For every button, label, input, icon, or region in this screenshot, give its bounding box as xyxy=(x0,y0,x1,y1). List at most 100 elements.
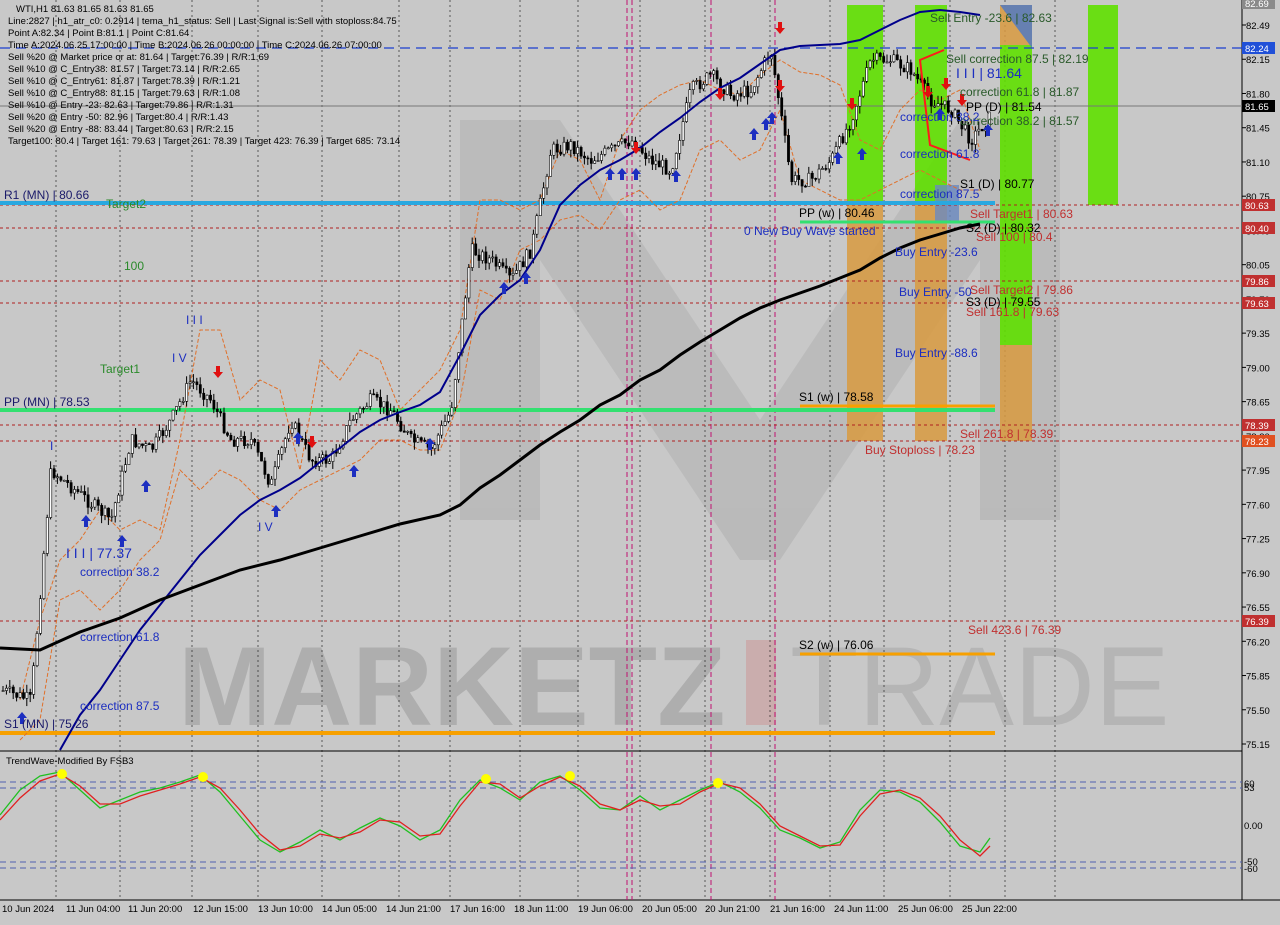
pp-mn-label: PP (MN) | 78.53 xyxy=(4,395,90,409)
candle-body xyxy=(627,142,631,147)
candle-body xyxy=(841,136,845,144)
candle-body xyxy=(855,105,858,121)
price-badge-label: 80.40 xyxy=(1245,224,1269,235)
candle-body xyxy=(311,459,314,462)
time-label: 19 Jun 06:00 xyxy=(578,904,633,915)
candle-body xyxy=(749,92,753,98)
price-tick: 76.55 xyxy=(1246,603,1270,614)
candle-body xyxy=(130,434,134,454)
header-line: Time A:2024.06.25 17:00:00 | Time B:2024… xyxy=(8,40,382,51)
candle-body xyxy=(141,443,144,446)
candle-body xyxy=(542,187,546,199)
time-axis: 10 Jun 2024 11 Jun 04:00 11 Jun 20:00 12 Ju… xyxy=(2,904,1017,915)
candle-body xyxy=(664,159,668,175)
candle-body xyxy=(419,437,423,441)
candle-body xyxy=(372,393,376,396)
sell-entry-236-label: Sell Entry -23.6 | 82.63 xyxy=(930,11,1052,25)
candle-body xyxy=(368,393,372,407)
time-label: 14 Jun 21:00 xyxy=(386,904,441,915)
candle-body xyxy=(521,261,525,268)
price-badge-label: 82.69 xyxy=(1245,0,1269,10)
candle-body xyxy=(443,421,447,426)
candle-body xyxy=(865,67,869,82)
time-label: 25 Jun 22:00 xyxy=(962,904,1017,915)
price-chart[interactable]: MARKETZ TRADE R1 (MN) | 80.66 PP (MN) | … xyxy=(0,0,1280,920)
candle-body xyxy=(538,197,542,216)
candle-body xyxy=(423,439,427,442)
candle-body xyxy=(25,692,29,699)
candle-body xyxy=(746,85,750,98)
candle-body xyxy=(229,434,233,441)
candle-body xyxy=(861,80,865,97)
candle-body xyxy=(243,435,246,447)
candle-body xyxy=(620,138,624,143)
candle-body xyxy=(780,97,784,117)
time-label: 10 Jun 2024 xyxy=(2,904,54,915)
candle-body xyxy=(977,128,981,132)
indicator-dot xyxy=(198,772,208,782)
candle-body xyxy=(511,273,515,276)
candle-body xyxy=(355,413,359,420)
candle-body xyxy=(113,502,117,517)
price-tick: 81.80 xyxy=(1246,89,1270,100)
candle-body xyxy=(433,444,437,449)
candle-body xyxy=(127,453,131,465)
candle-body xyxy=(198,384,202,394)
candle-body xyxy=(195,381,199,385)
indicator-title: TrendWave-Modified By FSB3 xyxy=(6,756,134,767)
candle-body xyxy=(974,130,977,145)
watermark-left: MARKETZ xyxy=(178,624,725,749)
time-label: 20 Jun 21:00 xyxy=(705,904,760,915)
candle-body xyxy=(498,262,501,267)
candle-body xyxy=(491,256,495,259)
price-badge-label: 79.86 xyxy=(1245,277,1269,288)
candle-body xyxy=(596,160,600,162)
candle-body xyxy=(440,425,444,436)
candle-body xyxy=(600,154,603,161)
candle-body xyxy=(712,70,716,75)
candle-body xyxy=(181,400,185,403)
candle-body xyxy=(501,262,505,267)
price-badge-label: 82.24 xyxy=(1245,44,1269,55)
candle-body xyxy=(294,422,297,429)
candle-body xyxy=(134,434,138,448)
price-tick: 75.15 xyxy=(1246,740,1270,751)
candle-body xyxy=(834,146,838,154)
candle-body xyxy=(668,172,671,175)
candle-body xyxy=(253,438,257,443)
candle-body xyxy=(688,89,692,104)
candle-body xyxy=(705,72,709,85)
candle-body xyxy=(477,254,481,261)
time-label: 14 Jun 05:00 xyxy=(322,904,377,915)
candle-body xyxy=(117,494,121,504)
candle-body xyxy=(178,401,182,407)
candle-body xyxy=(790,161,794,183)
label-100: 100 xyxy=(124,259,144,273)
sell-correction-875-label: Sell correction 87.5 | 82.19 xyxy=(946,52,1089,66)
header-line: Point A:82.34 | Point B:81.1 | Point C:8… xyxy=(8,28,189,39)
candle-body xyxy=(623,138,627,144)
candle-body xyxy=(470,243,474,268)
candle-body xyxy=(69,482,73,494)
candle-body xyxy=(753,86,756,93)
candle-body xyxy=(783,115,787,136)
candle-body xyxy=(56,476,59,479)
candle-body xyxy=(11,686,15,694)
time-label: 11 Jun 04:00 xyxy=(66,904,120,915)
candle-body xyxy=(844,128,848,144)
candle-body xyxy=(270,478,274,485)
chart-window: MARKETZ TRADE R1 (MN) | 80.66 PP (MN) | … xyxy=(0,0,1280,920)
candle-body xyxy=(494,256,498,267)
candle-body xyxy=(899,59,903,69)
candle-body xyxy=(453,379,457,408)
candle-body xyxy=(42,553,46,599)
candle-body xyxy=(28,692,32,695)
candle-body xyxy=(399,421,403,432)
candle-body xyxy=(365,406,369,409)
candle-body xyxy=(756,77,760,88)
candle-body xyxy=(358,408,362,415)
indicator-dot xyxy=(713,778,723,788)
sell-4236-label: Sell 423.6 | 76.39 xyxy=(968,623,1062,637)
candle-body xyxy=(409,431,413,435)
candle-body xyxy=(83,491,87,496)
